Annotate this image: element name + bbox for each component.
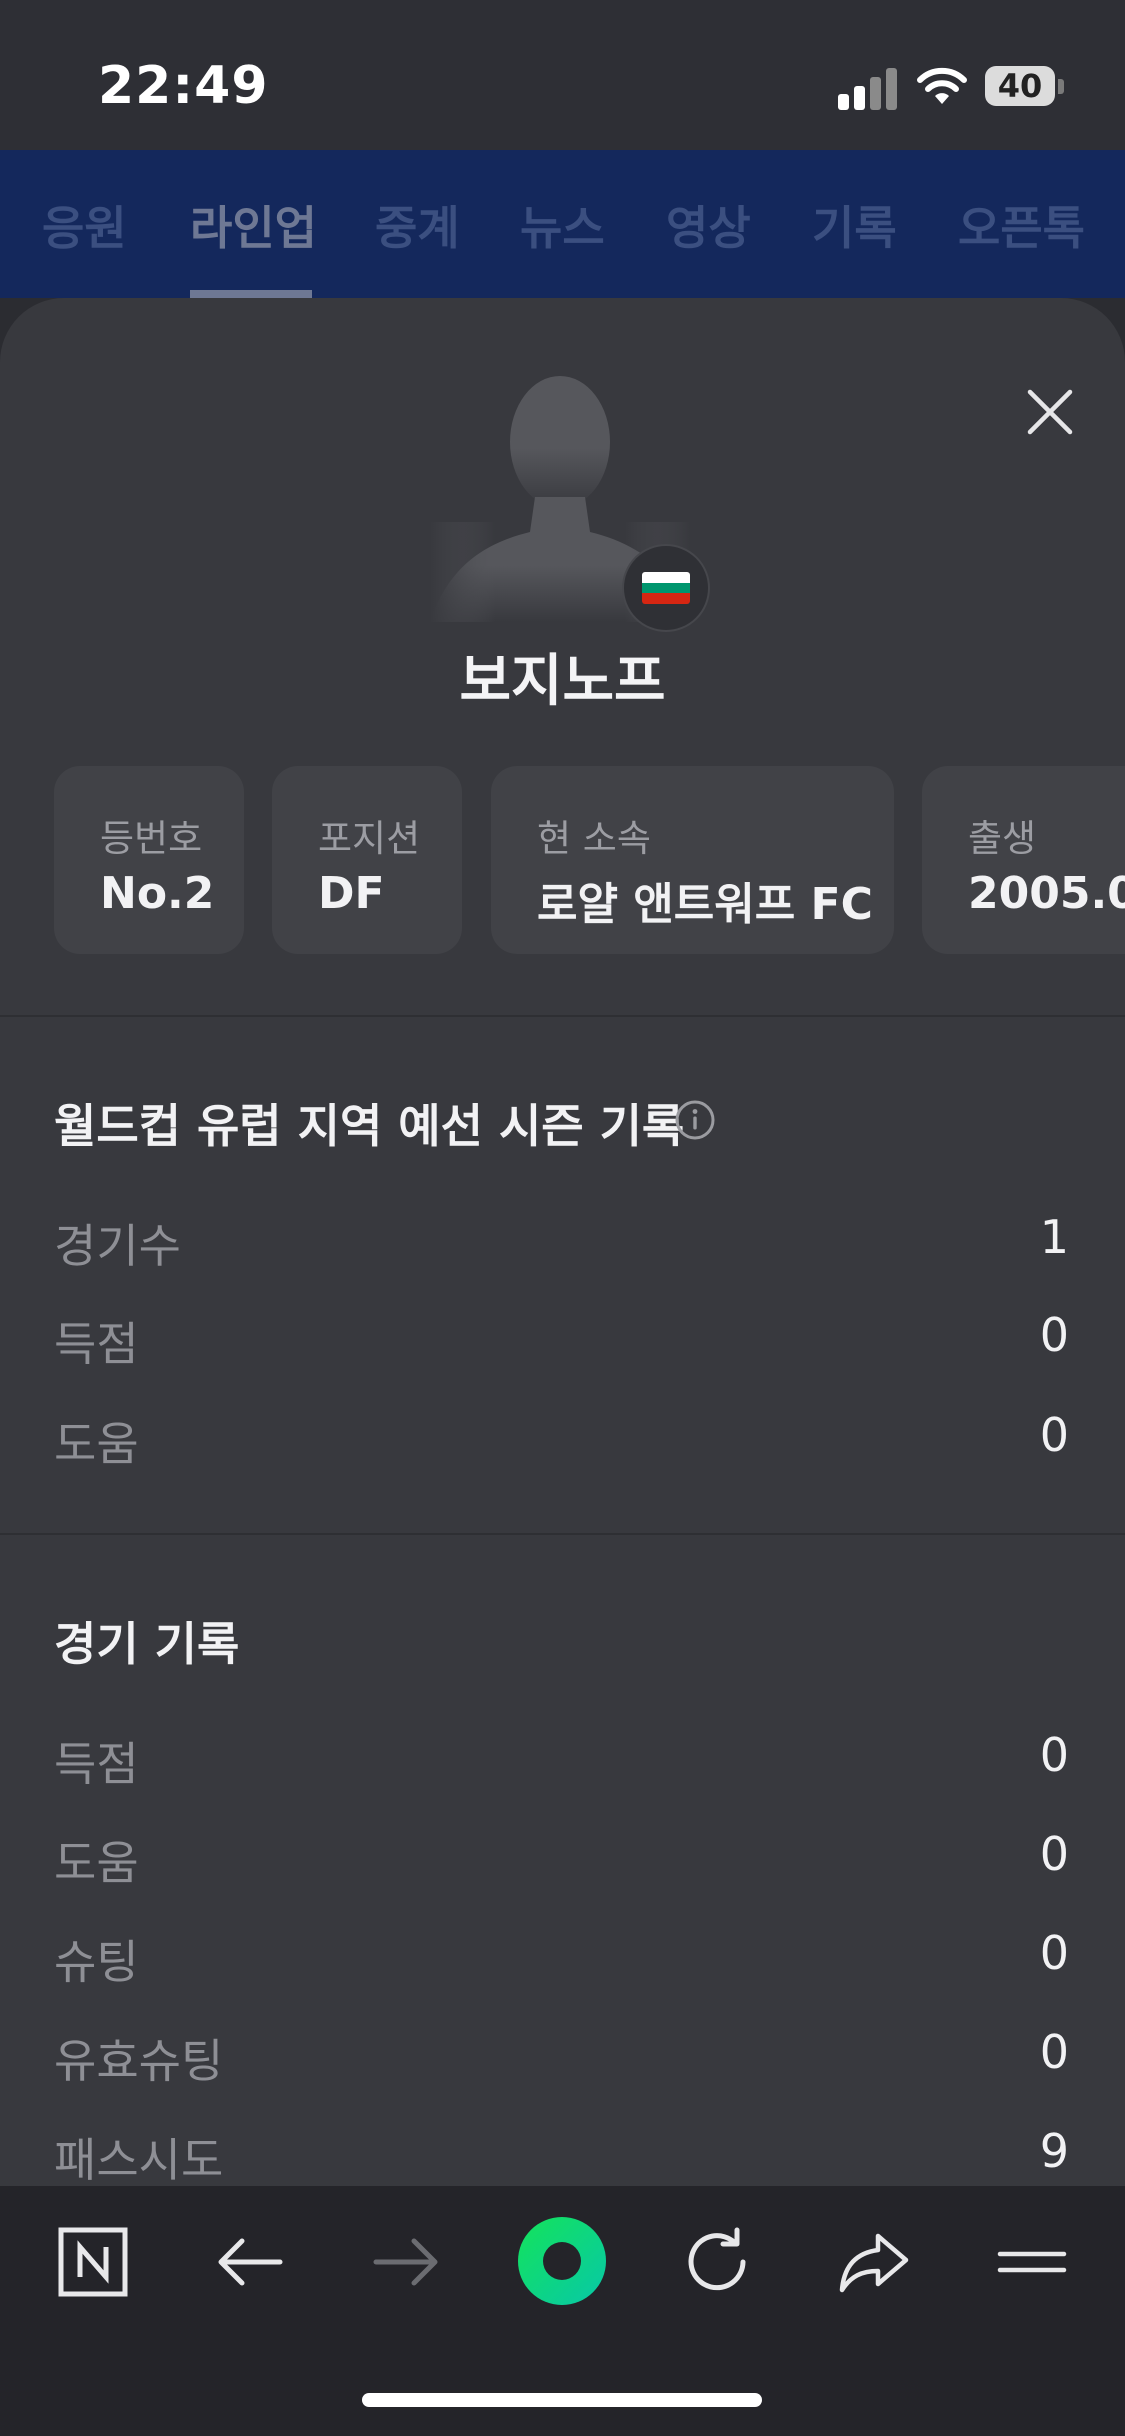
info-card-label: 포지션 — [318, 817, 421, 860]
stat-label-matches: 경기수 — [54, 1219, 181, 1273]
stat-label-shots: 슈팅 — [54, 1935, 139, 1989]
stat-value-pass-attempts: 9 — [1039, 2124, 1069, 2178]
info-card-club: 현 소속 로얄 앤트워프 FC — [491, 766, 894, 954]
cellular-signal-icon — [838, 68, 898, 110]
season-stats-title: 월드컵 유럽 지역 예선 시즌 기록 — [54, 1099, 685, 1153]
tab-lineup[interactable]: 라인업 — [190, 192, 317, 258]
info-card-birth: 출생 2005.0 — [922, 766, 1125, 954]
stat-value-shots: 0 — [1039, 1926, 1069, 1980]
info-card-label: 현 소속 — [537, 817, 651, 860]
back-arrow-icon[interactable] — [210, 2222, 290, 2302]
info-card-label: 출생 — [968, 817, 1037, 860]
share-icon[interactable] — [834, 2222, 914, 2302]
tab-records[interactable]: 기록 — [812, 192, 897, 258]
stat-label-shots-on-target: 유효슈팅 — [54, 2034, 224, 2088]
naver-home-icon[interactable] — [53, 2222, 133, 2302]
status-time: 22:49 — [98, 56, 269, 116]
close-icon[interactable] — [1024, 386, 1076, 438]
match-stats-title: 경기 기록 — [54, 1617, 240, 1671]
battery-level: 40 — [997, 67, 1043, 105]
section-divider — [0, 1533, 1125, 1535]
forward-arrow-icon[interactable] — [366, 2222, 446, 2302]
tab-cheer[interactable]: 응원 — [42, 192, 127, 258]
stat-label-goals: 득점 — [54, 1737, 139, 1791]
stat-value-goals: 0 — [1039, 1728, 1069, 1782]
info-card-value: 2005.0 — [968, 868, 1125, 919]
stat-value-goals: 0 — [1039, 1308, 1069, 1362]
tab-broadcast[interactable]: 중계 — [375, 192, 460, 258]
stat-value-shots-on-target: 0 — [1039, 2025, 1069, 2079]
section-divider — [0, 1015, 1125, 1017]
menu-icon[interactable] — [992, 2222, 1072, 2302]
info-card-number: 등번호 No.2 — [54, 766, 244, 954]
player-name: 보지노프 — [459, 649, 666, 714]
stat-label-assists: 도움 — [54, 1417, 139, 1471]
tab-opentalk[interactable]: 오픈톡 — [958, 192, 1085, 258]
section-tabs: 응원 라인업 중계 뉴스 영상 기록 오픈톡 — [0, 150, 1125, 298]
info-card-value: DF — [318, 868, 385, 919]
stat-label-assists: 도움 — [54, 1836, 139, 1890]
wifi-icon — [917, 67, 967, 104]
bulgaria-flag-icon — [642, 572, 690, 604]
tab-video[interactable]: 영상 — [666, 192, 751, 258]
reload-icon[interactable] — [677, 2222, 757, 2302]
stat-value-matches: 1 — [1039, 1210, 1069, 1264]
info-card-label: 등번호 — [100, 817, 203, 860]
info-icon[interactable] — [674, 1099, 716, 1141]
stat-label-pass-attempts: 패스시도 — [54, 2133, 224, 2187]
tab-news[interactable]: 뉴스 — [520, 192, 605, 258]
stat-value-assists: 0 — [1039, 1827, 1069, 1881]
green-dot-icon[interactable] — [516, 2215, 608, 2307]
info-card-position: 포지션 DF — [272, 766, 462, 954]
stat-value-assists: 0 — [1039, 1408, 1069, 1462]
home-indicator[interactable] — [362, 2393, 762, 2407]
info-card-value: No.2 — [100, 868, 215, 919]
nationality-flag — [622, 544, 710, 632]
info-card-value: 로얄 앤트워프 FC — [537, 879, 873, 930]
stat-label-goals: 득점 — [54, 1317, 139, 1371]
battery-icon: 40 — [985, 66, 1065, 110]
active-tab-indicator — [190, 290, 312, 298]
status-bar: 22:49 40 — [0, 0, 1125, 150]
